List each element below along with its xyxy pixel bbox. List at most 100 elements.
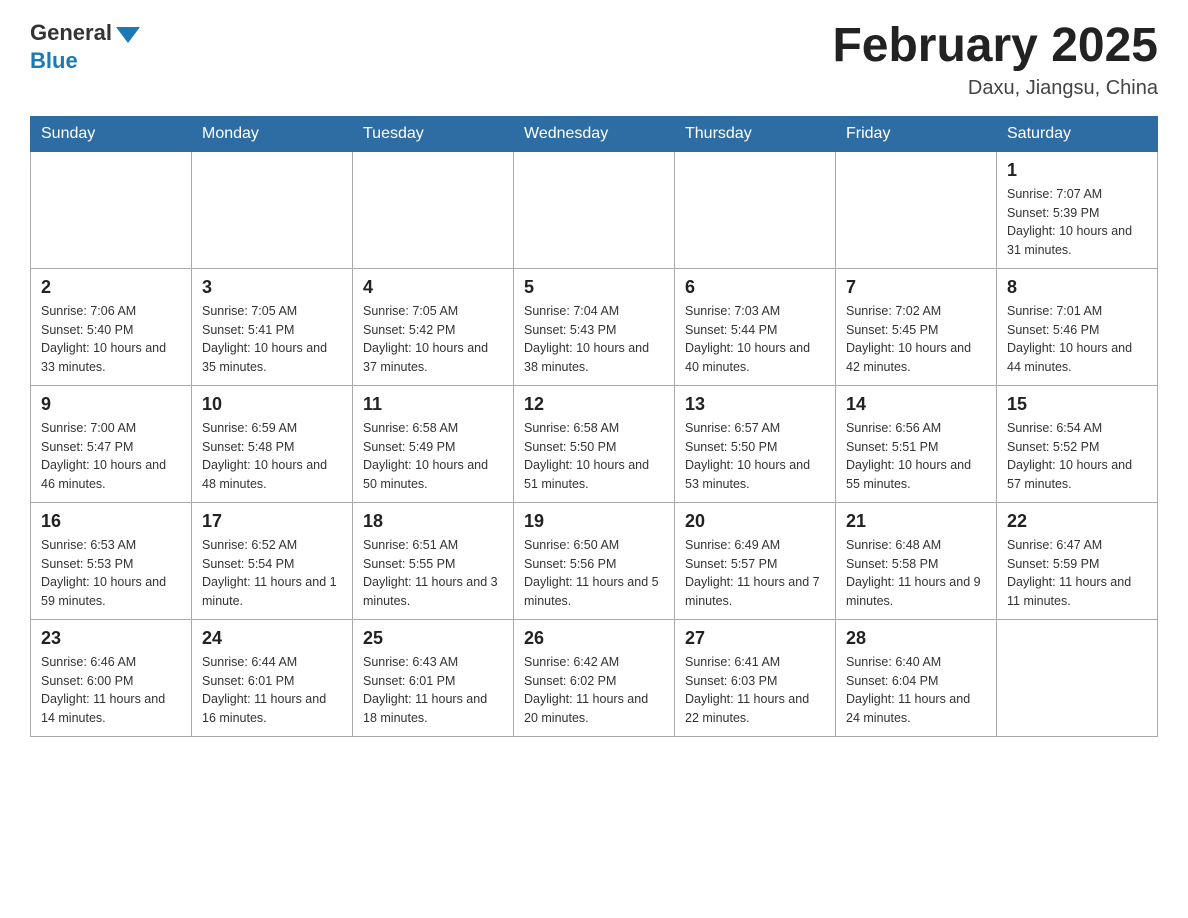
page-header: General Blue February 2025 Daxu, Jiangsu…: [30, 20, 1158, 100]
day-number: 23: [41, 628, 181, 649]
day-info: Sunrise: 7:05 AM Sunset: 5:41 PM Dayligh…: [202, 302, 342, 377]
day-info: Sunrise: 6:43 AM Sunset: 6:01 PM Dayligh…: [363, 653, 503, 728]
day-cell: 19 Sunrise: 6:50 AM Sunset: 5:56 PM Dayli…: [514, 502, 675, 619]
day-number: 16: [41, 511, 181, 532]
day-info: Sunrise: 7:01 AM Sunset: 5:46 PM Dayligh…: [1007, 302, 1147, 377]
day-number: 6: [685, 277, 825, 298]
day-number: 21: [846, 511, 986, 532]
day-cell: 3 Sunrise: 7:05 AM Sunset: 5:41 PM Daylig…: [192, 268, 353, 385]
week-row-4: 16Sunrise: 6:53 AM Sunset: 5:53 PM Dayli…: [31, 502, 1158, 619]
day-cell: 26 Sunrise: 6:42 AM Sunset: 6:02 PM Dayli…: [514, 619, 675, 736]
day-cell: 22 Sunrise: 6:47 AM Sunset: 5:59 PM Dayli…: [997, 502, 1158, 619]
day-number: 4: [363, 277, 503, 298]
day-cell: [836, 151, 997, 268]
day-cell: 5 Sunrise: 7:04 AM Sunset: 5:43 PM Daylig…: [514, 268, 675, 385]
day-cell: [997, 619, 1158, 736]
day-number: 25: [363, 628, 503, 649]
day-cell: 24 Sunrise: 6:44 AM Sunset: 6:01 PM Dayli…: [192, 619, 353, 736]
day-cell: [675, 151, 836, 268]
day-cell: 14 Sunrise: 6:56 AM Sunset: 5:51 PM Dayli…: [836, 385, 997, 502]
day-info: Sunrise: 6:56 AM Sunset: 5:51 PM Dayligh…: [846, 419, 986, 494]
day-cell: 27 Sunrise: 6:41 AM Sunset: 6:03 PM Dayli…: [675, 619, 836, 736]
logo: General Blue: [30, 20, 140, 74]
weekday-header-monday: Monday: [192, 116, 353, 151]
day-cell: 28 Sunrise: 6:40 AM Sunset: 6:04 PM Dayli…: [836, 619, 997, 736]
day-info: Sunrise: 6:58 AM Sunset: 5:50 PM Dayligh…: [524, 419, 664, 494]
day-number: 9: [41, 394, 181, 415]
weekday-header-friday: Friday: [836, 116, 997, 151]
day-info: Sunrise: 6:50 AM Sunset: 5:56 PM Dayligh…: [524, 536, 664, 611]
day-number: 14: [846, 394, 986, 415]
day-number: 8: [1007, 277, 1147, 298]
day-cell: 15 Sunrise: 6:54 AM Sunset: 5:52 PM Dayli…: [997, 385, 1158, 502]
logo-blue-text: Blue: [30, 48, 78, 74]
day-cell: 8 Sunrise: 7:01 AM Sunset: 5:46 PM Daylig…: [997, 268, 1158, 385]
day-number: 11: [363, 394, 503, 415]
day-number: 28: [846, 628, 986, 649]
day-number: 17: [202, 511, 342, 532]
day-cell: 21Sunrise: 6:48 AM Sunset: 5:58 PM Dayli…: [836, 502, 997, 619]
week-row-2: 2 Sunrise: 7:06 AM Sunset: 5:40 PM Daylig…: [31, 268, 1158, 385]
day-info: Sunrise: 6:44 AM Sunset: 6:01 PM Dayligh…: [202, 653, 342, 728]
day-number: 3: [202, 277, 342, 298]
day-number: 27: [685, 628, 825, 649]
day-info: Sunrise: 7:02 AM Sunset: 5:45 PM Dayligh…: [846, 302, 986, 377]
day-cell: 1Sunrise: 7:07 AM Sunset: 5:39 PM Daylig…: [997, 151, 1158, 268]
day-cell: 9Sunrise: 7:00 AM Sunset: 5:47 PM Daylig…: [31, 385, 192, 502]
day-number: 24: [202, 628, 342, 649]
day-cell: 10 Sunrise: 6:59 AM Sunset: 5:48 PM Dayli…: [192, 385, 353, 502]
week-row-5: 23 Sunrise: 6:46 AM Sunset: 6:00 PM Dayli…: [31, 619, 1158, 736]
day-info: Sunrise: 6:52 AM Sunset: 5:54 PM Dayligh…: [202, 536, 342, 611]
day-cell: 12 Sunrise: 6:58 AM Sunset: 5:50 PM Dayli…: [514, 385, 675, 502]
week-row-1: 1Sunrise: 7:07 AM Sunset: 5:39 PM Daylig…: [31, 151, 1158, 268]
day-info: Sunrise: 7:05 AM Sunset: 5:42 PM Dayligh…: [363, 302, 503, 377]
day-cell: [31, 151, 192, 268]
day-cell: 25 Sunrise: 6:43 AM Sunset: 6:01 PM Dayli…: [353, 619, 514, 736]
day-cell: 13 Sunrise: 6:57 AM Sunset: 5:50 PM Dayli…: [675, 385, 836, 502]
title-block: February 2025 Daxu, Jiangsu, China: [832, 20, 1158, 100]
day-info: Sunrise: 6:57 AM Sunset: 5:50 PM Dayligh…: [685, 419, 825, 494]
weekday-header-row: SundayMondayTuesdayWednesdayThursdayFrid…: [31, 116, 1158, 151]
day-info: Sunrise: 6:58 AM Sunset: 5:49 PM Dayligh…: [363, 419, 503, 494]
day-info: Sunrise: 6:40 AM Sunset: 6:04 PM Dayligh…: [846, 653, 986, 728]
calendar-subtitle: Daxu, Jiangsu, China: [832, 77, 1158, 100]
day-cell: 4 Sunrise: 7:05 AM Sunset: 5:42 PM Daylig…: [353, 268, 514, 385]
day-number: 7: [846, 277, 986, 298]
day-info: Sunrise: 6:51 AM Sunset: 5:55 PM Dayligh…: [363, 536, 503, 611]
day-cell: 23 Sunrise: 6:46 AM Sunset: 6:00 PM Dayli…: [31, 619, 192, 736]
day-number: 2: [41, 277, 181, 298]
day-info: Sunrise: 6:47 AM Sunset: 5:59 PM Dayligh…: [1007, 536, 1147, 611]
week-row-3: 9Sunrise: 7:00 AM Sunset: 5:47 PM Daylig…: [31, 385, 1158, 502]
day-cell: 6Sunrise: 7:03 AM Sunset: 5:44 PM Daylig…: [675, 268, 836, 385]
day-cell: 18 Sunrise: 6:51 AM Sunset: 5:55 PM Dayli…: [353, 502, 514, 619]
day-info: Sunrise: 6:54 AM Sunset: 5:52 PM Dayligh…: [1007, 419, 1147, 494]
day-cell: [353, 151, 514, 268]
weekday-header-wednesday: Wednesday: [514, 116, 675, 151]
logo-general-text: General: [30, 20, 112, 46]
calendar-title: February 2025: [832, 20, 1158, 73]
day-number: 22: [1007, 511, 1147, 532]
day-number: 13: [685, 394, 825, 415]
day-number: 5: [524, 277, 664, 298]
day-cell: 20Sunrise: 6:49 AM Sunset: 5:57 PM Dayli…: [675, 502, 836, 619]
day-cell: [192, 151, 353, 268]
day-number: 26: [524, 628, 664, 649]
day-cell: 7 Sunrise: 7:02 AM Sunset: 5:45 PM Daylig…: [836, 268, 997, 385]
day-info: Sunrise: 6:42 AM Sunset: 6:02 PM Dayligh…: [524, 653, 664, 728]
day-number: 15: [1007, 394, 1147, 415]
day-info: Sunrise: 6:49 AM Sunset: 5:57 PM Dayligh…: [685, 536, 825, 611]
day-info: Sunrise: 6:41 AM Sunset: 6:03 PM Dayligh…: [685, 653, 825, 728]
day-number: 18: [363, 511, 503, 532]
day-info: Sunrise: 6:59 AM Sunset: 5:48 PM Dayligh…: [202, 419, 342, 494]
day-cell: 2 Sunrise: 7:06 AM Sunset: 5:40 PM Daylig…: [31, 268, 192, 385]
day-info: Sunrise: 6:46 AM Sunset: 6:00 PM Dayligh…: [41, 653, 181, 728]
day-number: 10: [202, 394, 342, 415]
day-number: 1: [1007, 160, 1147, 181]
day-number: 12: [524, 394, 664, 415]
day-number: 19: [524, 511, 664, 532]
weekday-header-saturday: Saturday: [997, 116, 1158, 151]
logo-arrow-icon: [116, 27, 140, 43]
weekday-header-sunday: Sunday: [31, 116, 192, 151]
day-info: Sunrise: 7:04 AM Sunset: 5:43 PM Dayligh…: [524, 302, 664, 377]
day-info: Sunrise: 7:06 AM Sunset: 5:40 PM Dayligh…: [41, 302, 181, 377]
